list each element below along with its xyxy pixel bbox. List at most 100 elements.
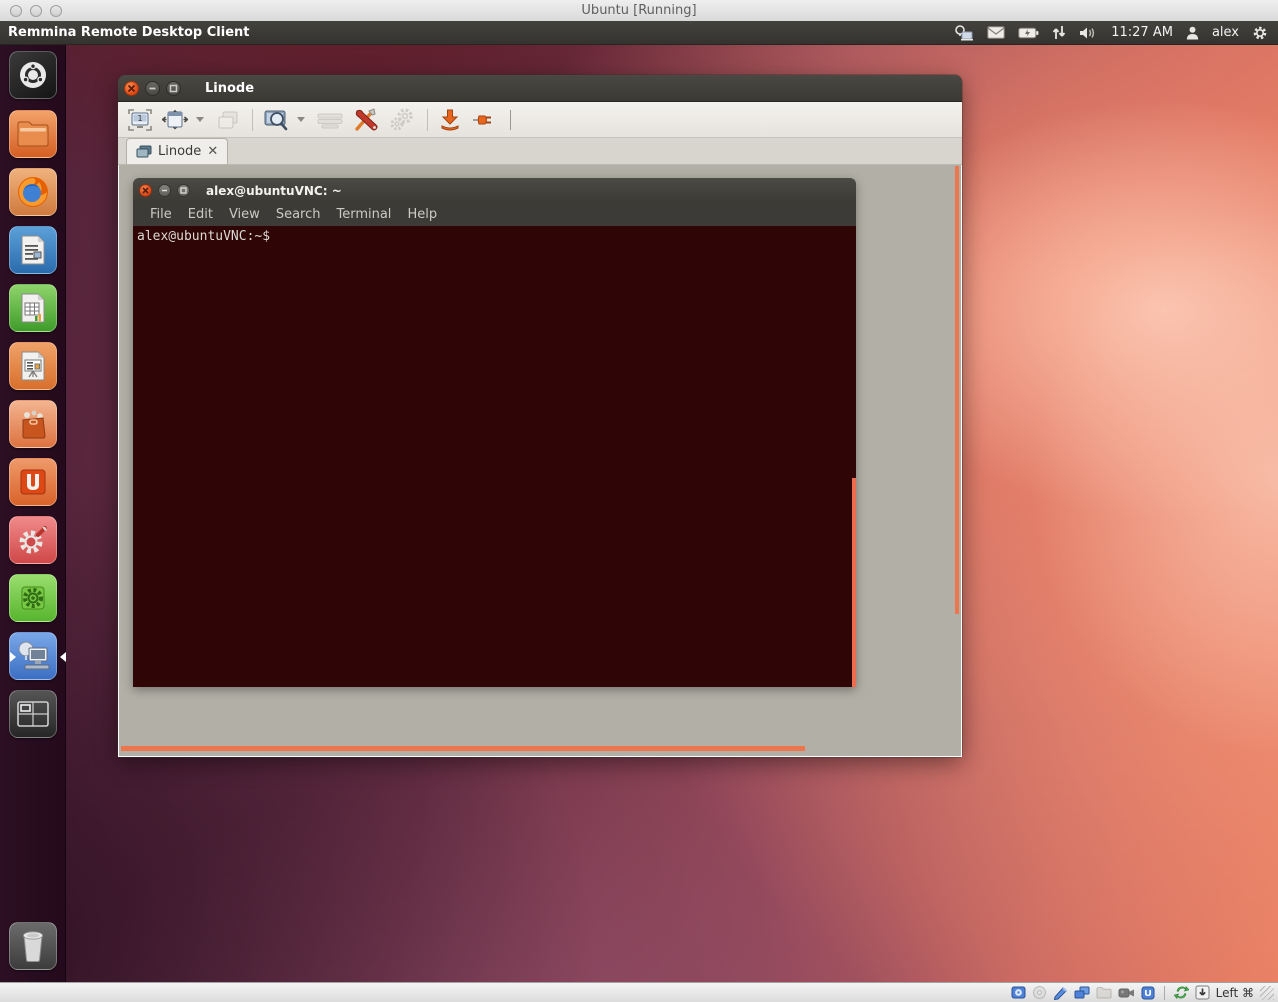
system-settings-button[interactable] [9, 516, 57, 564]
trash-icon [18, 929, 48, 963]
remote-terminal-window[interactable]: alex@ubuntuVNC: ~ File Edit View Search … [133, 178, 856, 687]
fit-window-dropdown-caret[interactable] [196, 117, 204, 122]
focused-indicator-arrow [60, 652, 66, 662]
fullscreen-icon: 1 [128, 109, 152, 131]
software-center-bag-icon [17, 408, 49, 440]
plug-icon [472, 110, 498, 130]
menu-view[interactable]: View [222, 207, 267, 222]
home-folder-button[interactable] [9, 110, 57, 158]
usb-icon[interactable] [1141, 986, 1155, 1000]
viewport-horizontal-scrollbar[interactable] [121, 746, 805, 751]
keyboard-icon [317, 111, 343, 129]
host-window-title: Ubuntu [Running] [0, 3, 1278, 18]
firefox-button[interactable] [9, 168, 57, 216]
zoom-dropdown-caret[interactable] [297, 117, 305, 122]
tools-button[interactable] [351, 105, 381, 135]
zoom-icon [263, 108, 289, 132]
remmina-titlebar[interactable]: Linode [118, 75, 962, 102]
zoom-button[interactable] [261, 106, 291, 134]
remmina-toolbar: 1 [118, 102, 962, 138]
window-title: Linode [205, 81, 254, 96]
clock[interactable]: 11:27 AM [1111, 25, 1173, 40]
settings-gear-wrench-icon [16, 523, 50, 557]
viewport-vertical-scrollbar[interactable] [955, 166, 959, 614]
toolbar-caret-line [510, 110, 511, 130]
terminal-scrollbar[interactable] [852, 478, 856, 687]
username-label[interactable]: alex [1212, 25, 1239, 40]
duplicate-connection-button[interactable] [214, 107, 242, 133]
terminal-title: alex@ubuntuVNC: ~ [206, 184, 342, 198]
host-window-titlebar: Ubuntu [Running] [0, 0, 1278, 22]
fit-window-button[interactable] [160, 107, 190, 133]
mouse-integration-icon[interactable] [1174, 985, 1189, 1000]
audio-icon[interactable] [1053, 985, 1068, 1000]
terminal-menubar: File Edit View Search Terminal Help [133, 203, 856, 226]
libreoffice-calc-button[interactable] [9, 284, 57, 332]
remote-desktop-viewport[interactable]: alex@ubuntuVNC: ~ File Edit View Search … [118, 165, 962, 757]
volume-icon[interactable] [1079, 26, 1098, 40]
dash-home-button[interactable] [9, 51, 57, 99]
minimize-to-tray-button[interactable] [436, 106, 464, 134]
workspace-grid-icon [16, 700, 50, 728]
network-icon[interactable] [954, 25, 974, 41]
down-arrow-icon [438, 108, 462, 132]
optical-disc-icon[interactable] [1032, 985, 1047, 1000]
resize-grip[interactable] [1260, 986, 1274, 1000]
remmina-tabbar: Linode ✕ [118, 138, 962, 165]
gears-icon [389, 108, 415, 132]
toolbar-separator [252, 109, 253, 131]
terminal-body[interactable]: alex@ubuntuVNC:~$ [133, 226, 856, 687]
tools-icon [353, 107, 379, 133]
window-maximize-button[interactable] [166, 81, 181, 96]
menu-file[interactable]: File [143, 207, 179, 222]
harddisk-icon[interactable] [1011, 985, 1026, 1000]
libreoffice-impress-button[interactable] [9, 342, 57, 390]
fullscreen-button[interactable]: 1 [126, 107, 154, 133]
remmina-icon [15, 639, 51, 673]
menu-search[interactable]: Search [269, 207, 328, 222]
disconnect-button[interactable] [470, 108, 500, 132]
battery-icon[interactable] [1018, 27, 1039, 39]
host-key-capture-icon[interactable] [1195, 985, 1210, 1000]
remmina-window: Linode 1 [118, 75, 962, 757]
trash-button[interactable] [9, 922, 57, 970]
impress-presentation-icon [18, 350, 48, 382]
software-updater-button[interactable] [9, 574, 57, 622]
tab-label: Linode [158, 144, 201, 159]
screen: Ubuntu [Running] Remmina Remote Desktop … [0, 0, 1278, 1002]
ubuntu-software-center-button[interactable] [9, 400, 57, 448]
toolbar-separator [427, 109, 428, 131]
mail-icon[interactable] [987, 26, 1005, 39]
remmina-launcher-button[interactable] [9, 632, 57, 680]
terminal-prompt: alex@ubuntuVNC:~$ [137, 229, 270, 244]
ubuntu-logo-icon [16, 58, 50, 92]
running-indicator-arrow [10, 652, 16, 662]
tab-linode[interactable]: Linode ✕ [126, 138, 228, 164]
menu-help[interactable]: Help [400, 207, 444, 222]
terminal-minimize-button[interactable] [158, 184, 171, 197]
menu-edit[interactable]: Edit [181, 207, 220, 222]
menu-terminal[interactable]: Terminal [329, 207, 398, 222]
terminal-close-button[interactable] [139, 184, 152, 197]
terminal-titlebar[interactable]: alex@ubuntuVNC: ~ [133, 178, 856, 203]
tab-connection-icon [136, 145, 152, 158]
calc-spreadsheet-icon [18, 292, 48, 324]
settings-gears-button[interactable] [387, 106, 417, 134]
shared-folders-icon[interactable] [1096, 986, 1112, 999]
libreoffice-writer-button[interactable] [9, 226, 57, 274]
green-ubuntu-gear-icon [17, 582, 49, 614]
window-close-button[interactable] [124, 81, 139, 96]
keyboard-grab-button[interactable] [315, 109, 345, 131]
user-icon[interactable] [1186, 26, 1199, 40]
terminal-maximize-button[interactable] [177, 184, 190, 197]
ubuntu-one-button[interactable] [9, 458, 57, 506]
tab-close-button[interactable]: ✕ [207, 145, 218, 158]
writer-document-icon [18, 234, 48, 266]
sync-arrows-icon[interactable] [1052, 25, 1066, 40]
network-adapters-icon[interactable] [1074, 986, 1090, 1000]
workspace-switcher-button[interactable] [9, 690, 57, 738]
video-capture-icon[interactable] [1118, 987, 1135, 999]
window-minimize-button[interactable] [145, 81, 160, 96]
vbox-statusbar: Left ⌘ [0, 982, 1278, 1002]
session-gear-icon[interactable] [1252, 25, 1268, 41]
